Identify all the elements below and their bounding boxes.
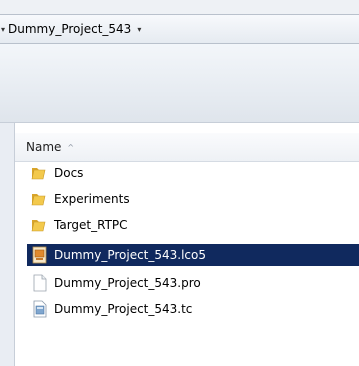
folder-icon [31,168,46,180]
file-row-target-rtpc[interactable]: Target_RTPC [27,214,359,236]
file-name: Target_RTPC [54,218,128,232]
column-label: Name [26,140,62,154]
file-name: Docs [54,166,84,180]
navigation-pane-edge [0,123,15,366]
file-row-experiments[interactable]: Experiments [27,188,359,210]
file-row-tc[interactable]: Dummy_Project_543.tc [27,298,359,320]
folder-icon [31,220,46,232]
address-bar[interactable]: ▾ Dummy_Project_543 ▾ [0,15,359,44]
chevron-right-icon[interactable]: ▾ [1,25,5,34]
file-list-pane: Name ^ Docs Experiments Target_RTPC Dumm… [0,122,359,366]
data-file-icon [33,300,47,318]
file-row-docs[interactable]: Docs [27,162,359,184]
file-name: Dummy_Project_543.tc [54,302,193,316]
file-name: Experiments [54,192,130,206]
file-name: Dummy_Project_543.pro [54,276,201,290]
blank-file-icon [33,274,47,292]
window-top-strip [0,0,359,15]
toolbar-area [0,44,359,122]
dropdown-arrow-icon[interactable]: ▾ [137,25,141,34]
project-file-icon [32,246,47,264]
column-header-name[interactable]: Name ^ [15,133,359,162]
file-name: Dummy_Project_543.lco5 [54,248,207,262]
sort-ascending-icon: ^ [67,142,75,152]
file-row-pro[interactable]: Dummy_Project_543.pro [27,272,359,294]
folder-icon [31,194,46,206]
breadcrumb-segment[interactable]: Dummy_Project_543 [8,22,131,36]
file-row-lco5[interactable]: Dummy_Project_543.lco5 [27,244,359,266]
